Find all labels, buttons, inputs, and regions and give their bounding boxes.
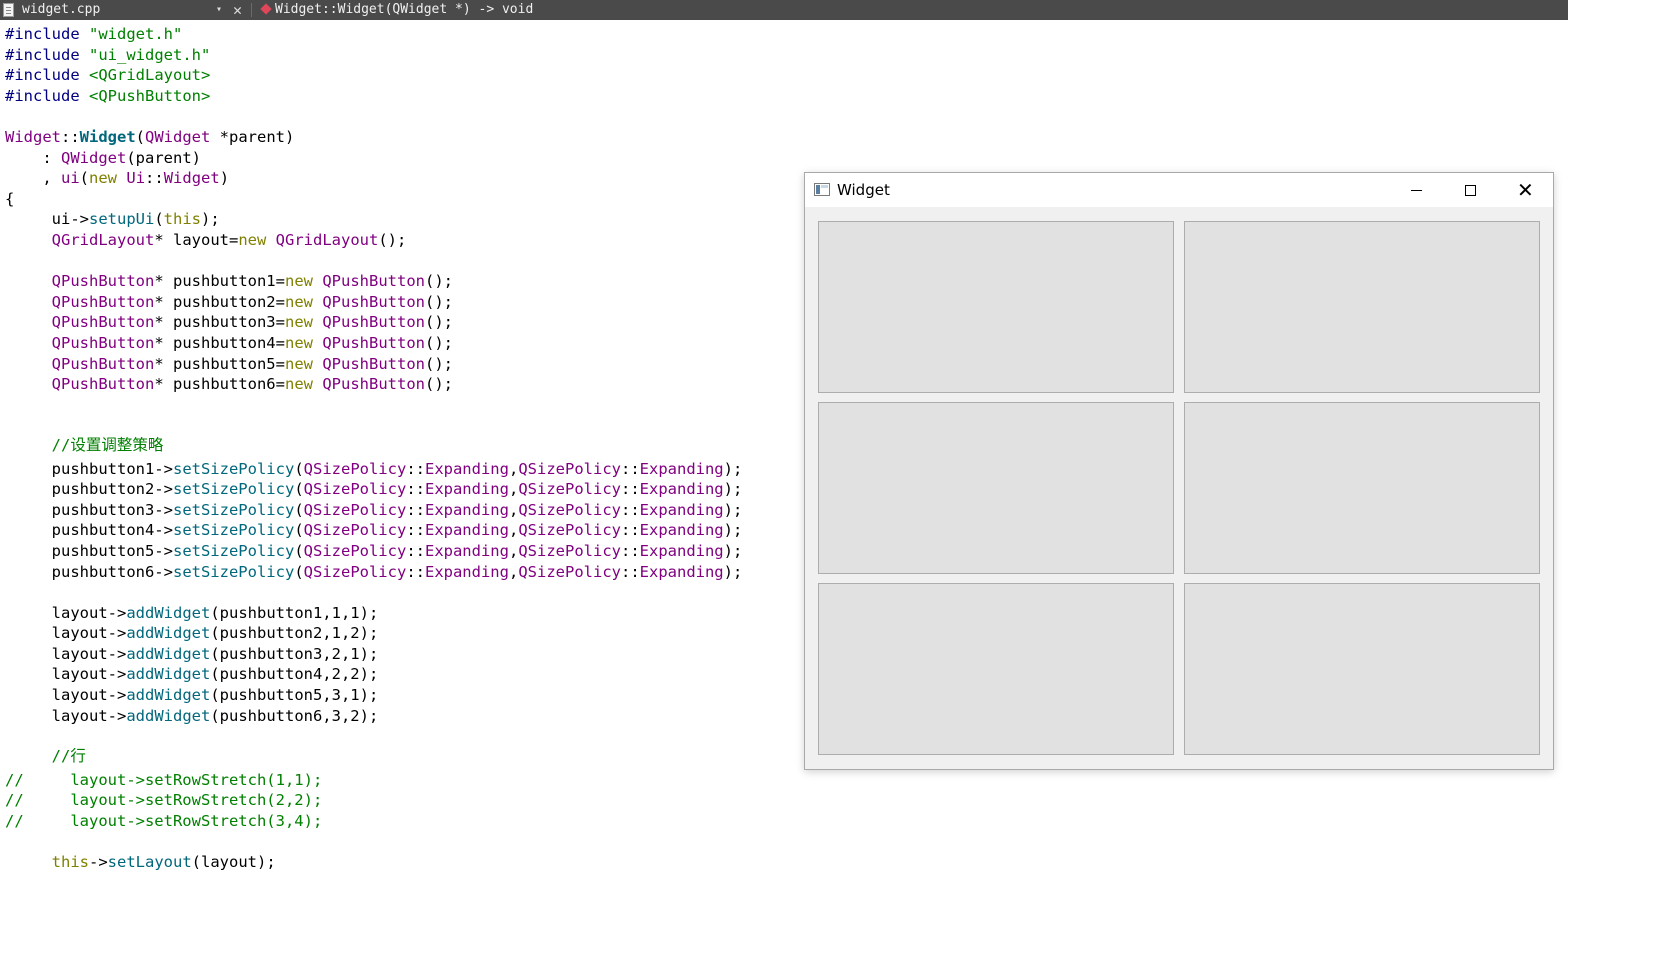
code-line: pushbutton4->setSizePolicy(QSizePolicy::…: [5, 521, 743, 540]
code-line: layout->addWidget(pushbutton6,3,2);: [5, 706, 379, 725]
code-line: layout->addWidget(pushbutton3,2,1);: [5, 644, 379, 663]
minimize-button[interactable]: [1389, 173, 1443, 207]
code-line: pushbutton2->setSizePolicy(QSizePolicy::…: [5, 480, 743, 499]
toolbar-divider: [251, 3, 252, 17]
code-line: QPushButton* pushbutton3=new QPushButton…: [51, 313, 453, 332]
code-line: QPushButton* pushbutton5=new QPushButton…: [51, 354, 453, 373]
close-icon: ✕: [1517, 178, 1534, 202]
code-line: Widget::Widget(QWidget *parent): [5, 128, 295, 146]
widget-window[interactable]: Widget ✕: [804, 172, 1554, 770]
close-document-icon[interactable]: ✕: [233, 0, 242, 20]
code-line: : QWidget(parent): [5, 148, 201, 167]
code-line: QPushButton* pushbutton6=new QPushButton…: [51, 375, 453, 394]
code-line: layout->addWidget(pushbutton4,2,2);: [5, 665, 379, 684]
code-line: #include "ui_widget.h": [5, 45, 211, 64]
code-comment: // layout->setRowStretch(3,4);: [5, 811, 323, 830]
code-line: QPushButton* pushbutton1=new QPushButton…: [51, 272, 453, 291]
editor-toolbar: widget.cpp ▾ ✕ Widget::Widget(QWidget *)…: [0, 0, 1568, 20]
code-line: , ui(new Ui::Widget): [5, 169, 230, 188]
pushbutton3[interactable]: [818, 402, 1174, 574]
code-line: {: [5, 189, 15, 208]
code-line: QPushButton* pushbutton4=new QPushButton…: [51, 334, 453, 352]
chevron-down-icon[interactable]: ▾: [216, 0, 222, 20]
code-comment: //设置调整策略: [51, 436, 164, 454]
code-line: #include <QGridLayout>: [5, 66, 211, 85]
code-line: layout->addWidget(pushbutton2,1,2);: [5, 624, 379, 643]
code-line: #include "widget.h": [5, 25, 183, 43]
code-line: pushbutton1->setSizePolicy(QSizePolicy::…: [5, 459, 743, 478]
pushbutton4[interactable]: [1184, 402, 1540, 574]
window-title: Widget: [837, 181, 890, 199]
title-bar[interactable]: Widget ✕: [805, 173, 1553, 207]
code-line: pushbutton5->setSizePolicy(QSizePolicy::…: [5, 541, 743, 560]
pushbutton1[interactable]: [818, 221, 1174, 393]
close-button[interactable]: ✕: [1497, 173, 1551, 207]
maximize-button[interactable]: [1443, 173, 1497, 207]
code-comment: //行: [51, 747, 86, 765]
code-line: #include <QPushButton>: [5, 86, 211, 105]
minimize-icon: [1411, 190, 1422, 191]
code-line: pushbutton6->setSizePolicy(QSizePolicy::…: [5, 562, 743, 581]
code-comment: // layout->setRowStretch(2,2);: [5, 791, 323, 810]
pushbutton2[interactable]: [1184, 221, 1540, 393]
pushbutton6[interactable]: [1184, 583, 1540, 755]
file-icon: [3, 3, 14, 17]
pushbutton5[interactable]: [818, 583, 1174, 755]
maximize-icon: [1465, 185, 1476, 196]
code-line: QGridLayout* layout=new QGridLayout();: [51, 231, 407, 249]
open-file-selector[interactable]: widget.cpp: [22, 0, 100, 20]
app-window-icon: [814, 183, 830, 196]
function-symbol-icon: [260, 3, 272, 15]
code-line: pushbutton3->setSizePolicy(QSizePolicy::…: [5, 500, 743, 519]
code-line: layout->addWidget(pushbutton5,3,1);: [5, 685, 379, 704]
code-line: this->setLayout(layout);: [51, 852, 276, 871]
code-comment: // layout->setRowStretch(1,1);: [5, 770, 323, 789]
code-line: ui->setupUi(this);: [5, 210, 220, 229]
code-line: QPushButton* pushbutton2=new QPushButton…: [51, 292, 453, 311]
symbol-selector[interactable]: Widget::Widget(QWidget *) -> void: [275, 0, 533, 20]
code-line: layout->addWidget(pushbutton1,1,1);: [5, 603, 379, 622]
